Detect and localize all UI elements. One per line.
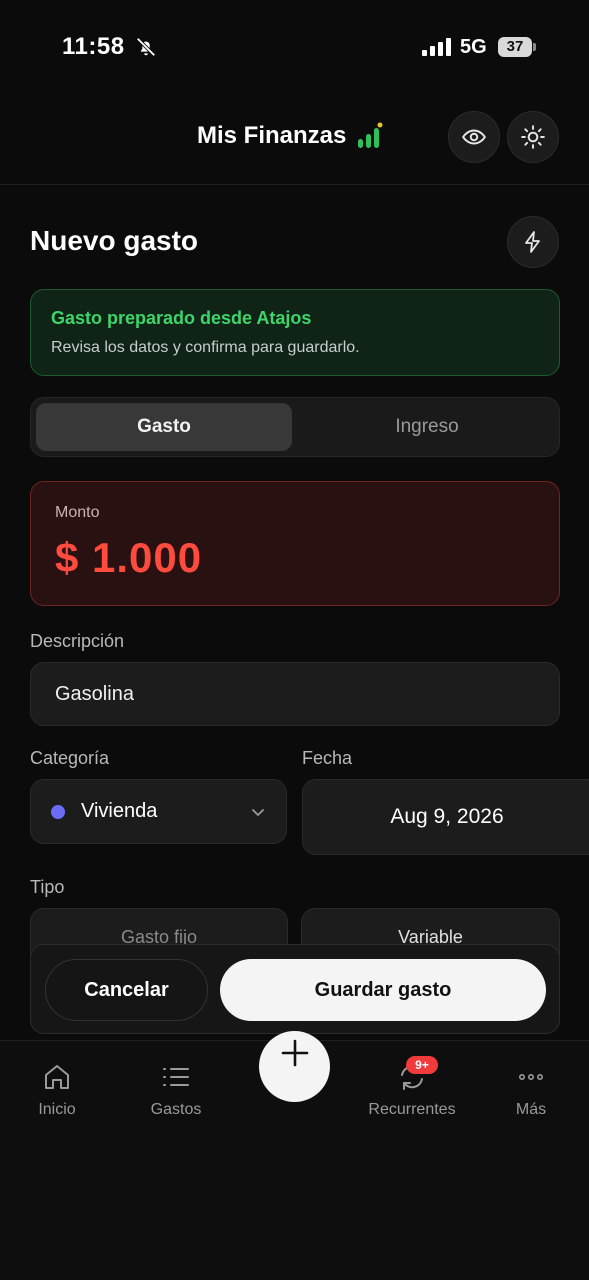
status-bar: 11:58 5G 37 — [0, 0, 589, 90]
date-label: Fecha — [302, 748, 353, 768]
sun-icon — [521, 125, 545, 149]
page-title: Nuevo gasto — [30, 225, 199, 256]
plus-icon — [281, 1039, 308, 1066]
shortcuts-button[interactable] — [507, 216, 559, 268]
theme-toggle-button[interactable] — [507, 111, 559, 163]
app-title-wrap: Mis Finanzas — [197, 122, 384, 150]
notice-title: Gasto preparado desde Atajos — [51, 308, 312, 328]
cancel-button[interactable]: Cancelar — [45, 959, 208, 1021]
description-input[interactable]: Gasolina — [30, 662, 560, 726]
toggle-visibility-button[interactable] — [448, 111, 500, 163]
category-label: Categoría — [30, 748, 110, 768]
date-value: Aug 9, 2026 — [390, 805, 504, 828]
notification-badge: 9+ — [406, 1056, 438, 1074]
chevron-down-icon — [252, 809, 264, 816]
battery-icon: 37 — [498, 37, 536, 57]
amount-value: $ 1.000 — [55, 534, 203, 581]
bolt-icon — [525, 231, 540, 253]
signal-icon — [422, 38, 451, 56]
eye-icon — [462, 129, 486, 145]
bottom-nav: Inicio Gastos Recurrentes 9+ Más — [0, 1031, 589, 1280]
nav-label-recurrentes: Recurrentes — [368, 1101, 456, 1118]
status-time: 11:58 — [62, 33, 125, 60]
description-label: Descripción — [30, 631, 125, 651]
kind-label: Tipo — [30, 877, 65, 897]
type-segmented-control: Gasto Ingreso — [30, 397, 560, 457]
nav-item-inicio[interactable]: Inicio — [2, 1061, 112, 1119]
tab-gasto[interactable]: Gasto — [36, 403, 292, 451]
tab-ingreso[interactable]: Ingreso — [299, 403, 555, 451]
more-dots-icon — [519, 1074, 543, 1081]
category-select[interactable]: Vivienda — [30, 779, 287, 844]
nav-item-gastos[interactable]: Gastos — [121, 1061, 231, 1119]
amount-field[interactable]: Monto $ 1.000 — [30, 481, 560, 606]
category-value: Vivienda — [81, 800, 158, 822]
shortcut-notice: Gasto preparado desde Atajos Revisa los … — [30, 289, 560, 376]
save-expense-button[interactable]: Guardar gasto — [220, 959, 546, 1021]
bar-chart-logo-icon — [358, 122, 383, 148]
app-title: Mis Finanzas — [197, 122, 347, 149]
nav-label-inicio: Inicio — [38, 1101, 76, 1118]
battery-level: 37 — [506, 38, 524, 55]
home-icon — [45, 1065, 69, 1089]
app-header: Mis Finanzas — [0, 100, 589, 185]
nav-label-gastos: Gastos — [150, 1101, 202, 1118]
notice-text: Revisa los datos y confirma para guardar… — [51, 339, 360, 356]
amount-label: Monto — [55, 504, 100, 521]
add-button[interactable] — [259, 1031, 330, 1102]
action-bar: Cancelar Guardar gasto — [30, 944, 560, 1034]
category-color-dot — [51, 804, 65, 819]
network-label: 5G — [460, 36, 487, 58]
bell-off-icon — [136, 37, 156, 57]
date-picker[interactable]: Aug 9, 2026 — [302, 779, 589, 855]
nav-label-mas: Más — [515, 1101, 547, 1118]
nav-item-mas[interactable]: Más — [476, 1061, 586, 1119]
list-icon — [163, 1068, 189, 1086]
